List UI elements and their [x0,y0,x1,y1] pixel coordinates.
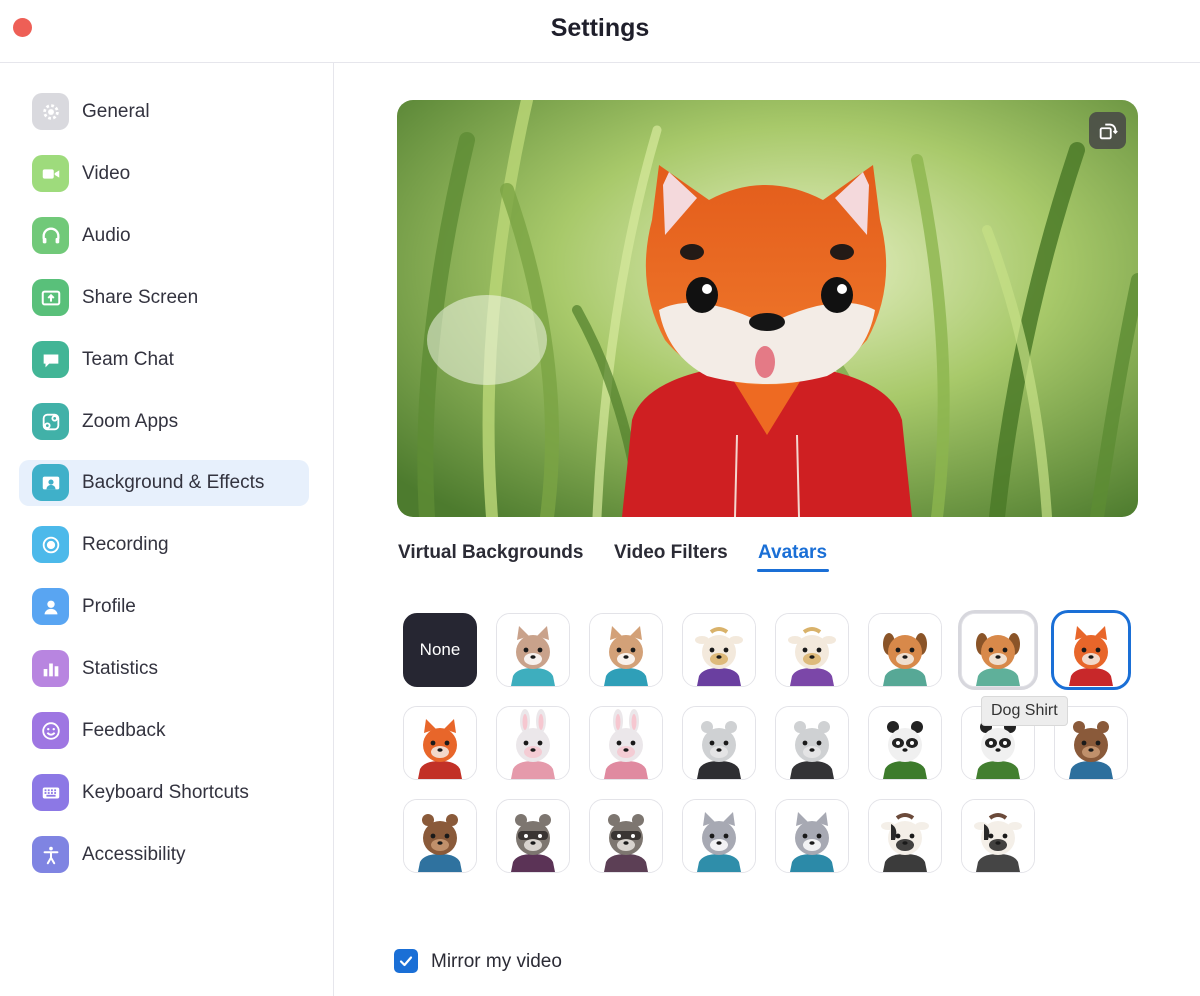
tab-active-indicator [757,569,829,572]
sidebar-item-label: Video [82,163,131,184]
profile-icon [32,588,69,625]
title-bar: Settings [0,0,1200,63]
avatar-cow-hoodie-tile[interactable] [682,613,756,687]
sidebar-item-label: Share Screen [82,287,199,308]
avatar-dairy-cow-shirt-tile[interactable] [961,799,1035,873]
sidebar-item-label: Background & Effects [82,472,265,493]
keyboard-icon [32,774,69,811]
avatar-raccoon-hoodie-tile[interactable] [496,799,570,873]
avatar-dog-shirt-tile[interactable] [961,613,1035,687]
mirror-video-checkbox[interactable] [394,949,418,973]
sidebar-item-label: General [82,101,150,122]
tab-avatars[interactable]: Avatars [758,542,827,564]
sidebar-item-video[interactable]: Video [19,151,309,197]
video-camera-icon [32,155,69,192]
avatar-grey-cat-shirt-tile[interactable] [775,799,849,873]
sidebar-item-label: Accessibility [82,844,186,865]
headphones-icon [32,217,69,254]
avatar-fox-hoodie-tile[interactable] [1054,613,1128,687]
avatar-fox-shirt-tile[interactable] [403,706,477,780]
sidebar-item-zoom-apps[interactable]: Zoom Apps [19,399,309,445]
sidebar: General Video Audio Share Screen Team Ch… [0,63,334,996]
share-screen-icon [32,279,69,316]
bar-chart-icon [32,650,69,687]
sidebar-item-label: Team Chat [82,349,174,370]
record-icon [32,526,69,563]
avatar-bunny-hoodie-tile[interactable] [496,706,570,780]
sidebar-item-share-screen[interactable]: Share Screen [19,275,309,321]
avatar-dog-hoodie-tile[interactable] [868,613,942,687]
sidebar-item-label: Recording [82,534,169,555]
chat-bubble-icon [32,341,69,378]
video-preview [397,100,1138,517]
avatar-polar-bear-shirt-tile[interactable] [775,706,849,780]
avatar-raccoon-shirt-tile[interactable] [589,799,663,873]
sidebar-item-recording[interactable]: Recording [19,522,309,568]
avatar-bunny-shirt-tile[interactable] [589,706,663,780]
sidebar-item-accessibility[interactable]: Accessibility [19,832,309,878]
avatar-polar-bear-hoodie-tile[interactable] [682,706,756,780]
sidebar-item-profile[interactable]: Profile [19,584,309,630]
background-icon [32,464,69,501]
sidebar-item-audio[interactable]: Audio [19,213,309,259]
gear-icon [32,93,69,130]
tab-video-filters[interactable]: Video Filters [614,542,728,564]
sidebar-item-team-chat[interactable]: Team Chat [19,337,309,383]
rotate-preview-button[interactable] [1089,112,1126,149]
apps-icon [32,403,69,440]
tab-virtual-backgrounds[interactable]: Virtual Backgrounds [398,542,583,564]
sidebar-item-keyboard-shortcuts[interactable]: Keyboard Shortcuts [19,770,309,816]
window-title: Settings [550,14,650,42]
avatar-grey-cat-hoodie-tile[interactable] [682,799,756,873]
sidebar-item-label: Keyboard Shortcuts [82,782,249,803]
sidebar-item-statistics[interactable]: Statistics [19,646,309,692]
sidebar-item-label: Statistics [82,658,159,679]
avatar-cat-shirt-tile[interactable] [589,613,663,687]
sidebar-item-background-effects[interactable]: Background & Effects [19,460,309,506]
sidebar-item-label: Profile [82,596,136,617]
avatar-tooltip: Dog Shirt [981,696,1068,726]
avatar-cow-shirt-tile[interactable] [775,613,849,687]
smiley-icon [32,712,69,749]
sidebar-item-label: Feedback [82,720,166,741]
avatar-dairy-cow-hoodie-tile[interactable] [868,799,942,873]
mirror-video-label: Mirror my video [431,951,562,972]
avatar-beaver-shirt-tile[interactable] [403,799,477,873]
sidebar-item-label: Audio [82,225,131,246]
sidebar-item-general[interactable]: General [19,89,309,135]
sidebar-item-feedback[interactable]: Feedback [19,708,309,754]
rotate-icon [1099,123,1118,139]
avatar-panda-hoodie-tile[interactable] [868,706,942,780]
accessibility-icon [32,836,69,873]
avatar-cat-hoodie-tile[interactable] [496,613,570,687]
checkmark-icon [399,956,413,967]
avatar-none-tile[interactable]: None [403,613,477,687]
sidebar-item-label: Zoom Apps [82,411,179,432]
